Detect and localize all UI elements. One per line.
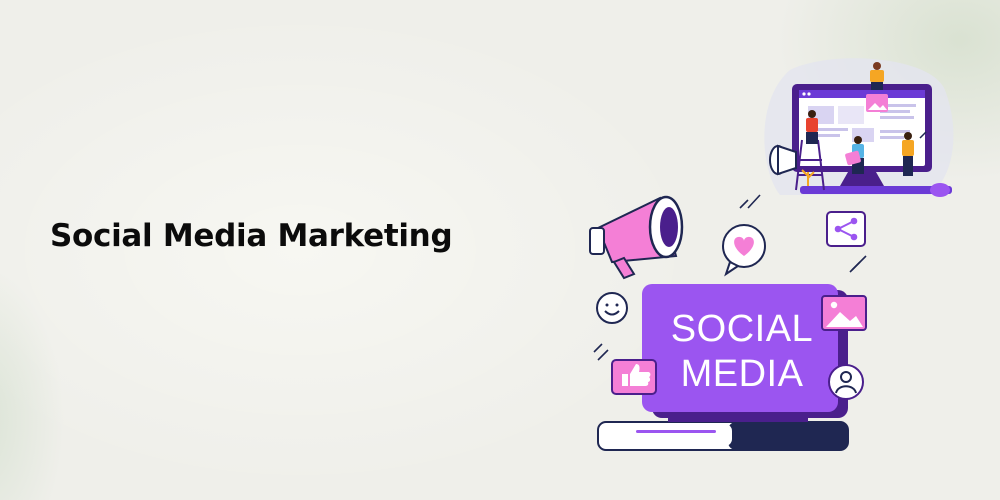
thumbs-up-icon [611,359,657,395]
smiley-icon [596,292,628,324]
heart-icon [722,224,766,277]
social-media-illustration [589,58,954,451]
mini-megaphone-icon [769,144,797,176]
user-icon [828,364,864,400]
screen-label-line1: SOCIAL [670,308,814,350]
team-monitor-scene [764,58,954,197]
megaphone-icon [589,195,684,280]
share-icon [826,211,866,247]
screen-label-line2: MEDIA [680,353,804,395]
